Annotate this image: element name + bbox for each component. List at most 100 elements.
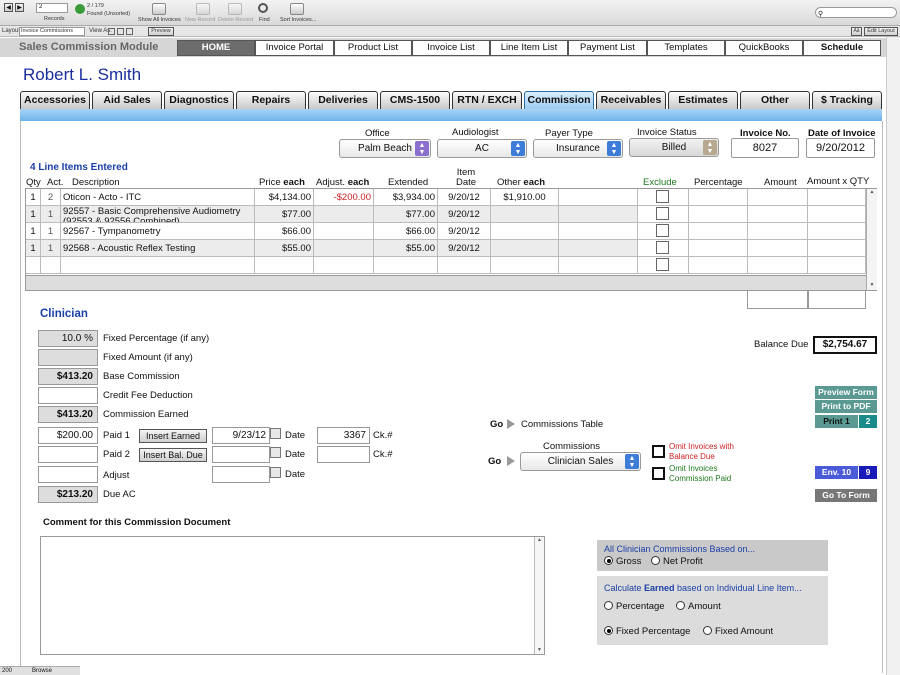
line-item-empty-cell[interactable] — [808, 206, 866, 223]
line-item-description-cell[interactable] — [61, 257, 255, 274]
adjust-date-field[interactable] — [212, 466, 270, 483]
line-item-adjust-cell[interactable] — [314, 257, 374, 274]
scroll-down-icon[interactable]: ▼ — [867, 282, 877, 288]
line-item-empty-cell[interactable] — [748, 257, 808, 274]
total-amount-qty-field[interactable] — [808, 291, 866, 309]
nav-invoice-portal[interactable]: Invoice Portal — [255, 40, 334, 56]
nav-schedule[interactable]: Schedule — [803, 40, 881, 56]
tab-tracking[interactable]: $ Tracking — [812, 91, 882, 110]
exclude-checkbox[interactable] — [656, 190, 669, 203]
line-item-price-cell[interactable]: $4,134.00 — [255, 189, 314, 206]
tab-commission[interactable]: Commission — [524, 91, 594, 110]
net-profit-radio[interactable]: Net Profit — [651, 556, 703, 567]
nav-payment-list[interactable]: Payment List — [568, 40, 647, 56]
layout-select[interactable]: Invoice Commissions — [19, 27, 85, 36]
line-item-act-cell[interactable]: 1 — [41, 240, 61, 257]
commission-earned-field[interactable]: $413.20 — [38, 406, 98, 423]
sort-icon[interactable] — [290, 3, 304, 15]
text-format-button[interactable]: Aā — [851, 27, 862, 36]
tab-rtn-exch[interactable]: RTN / EXCH — [452, 91, 522, 110]
zoom-level[interactable]: 200 — [2, 668, 12, 674]
line-item-price-cell[interactable] — [255, 257, 314, 274]
calendar-icon[interactable] — [270, 447, 281, 458]
line-item-price-cell[interactable]: $77.00 — [255, 206, 314, 223]
line-item-other-cell[interactable] — [491, 206, 559, 223]
calendar-icon[interactable] — [270, 428, 281, 439]
nav-templates[interactable]: Templates — [647, 40, 725, 56]
record-number-field[interactable]: 2 — [36, 3, 68, 13]
line-item-description-cell[interactable]: 92567 - Tympanometry — [61, 223, 255, 240]
line-item-act-cell[interactable]: 2 — [41, 189, 61, 206]
calendar-icon[interactable] — [270, 467, 281, 478]
gross-radio[interactable]: Gross — [604, 556, 641, 567]
tab-deliveries[interactable]: Deliveries — [308, 91, 378, 110]
tab-diagnostics[interactable]: Diagnostics — [164, 91, 234, 110]
balance-due-field[interactable]: $2,754.67 — [813, 336, 877, 354]
line-item-description-cell[interactable]: 92568 - Acoustic Reflex Testing — [61, 240, 255, 257]
go-to-form-button[interactable]: Go To Form — [815, 489, 877, 502]
next-record-button[interactable]: ▶ — [15, 3, 24, 12]
sort-button[interactable]: Sort Invoices... — [280, 17, 316, 23]
quick-find-input[interactable]: ⚲ — [815, 7, 897, 18]
line-item-price-cell[interactable]: $55.00 — [255, 240, 314, 257]
window-scrollbar[interactable] — [886, 37, 900, 675]
insert-earned-button[interactable]: Insert Earned — [139, 429, 207, 443]
omit-balance-checkbox[interactable] — [652, 445, 665, 458]
line-item-extended-cell[interactable]: $77.00 — [374, 206, 438, 223]
total-amount-field[interactable] — [747, 291, 808, 309]
list-view-icon[interactable] — [117, 28, 124, 35]
audiologist-select[interactable]: AC ▲ ▼ — [437, 139, 527, 158]
line-item-empty-cell[interactable] — [559, 223, 638, 240]
tab-aid-sales[interactable]: Aid Sales — [92, 91, 162, 110]
invoice-no-field[interactable]: 8027 — [731, 138, 799, 158]
line-item-extended-cell[interactable]: $55.00 — [374, 240, 438, 257]
scroll-up-icon[interactable]: ▲ — [535, 537, 544, 543]
line-item-empty-cell[interactable] — [808, 223, 866, 240]
scroll-up-icon[interactable]: ▲ — [867, 189, 877, 195]
go-arrow-icon[interactable] — [507, 419, 515, 430]
exclude-checkbox[interactable] — [656, 207, 669, 220]
office-select[interactable]: Palm Beach ▲ ▼ — [339, 139, 431, 158]
tab-accessories[interactable]: Accessories — [20, 91, 90, 110]
paid2-field[interactable] — [38, 446, 98, 463]
line-item-empty-cell[interactable] — [748, 189, 808, 206]
line-item-empty-cell[interactable] — [689, 206, 748, 223]
scroll-down-icon[interactable]: ▼ — [535, 647, 544, 653]
preview-button[interactable]: Preview — [148, 27, 174, 36]
line-item-act-cell[interactable]: 1 — [41, 206, 61, 223]
line-item-qty-cell[interactable] — [26, 257, 41, 274]
line-item-empty-cell[interactable] — [808, 240, 866, 257]
insert-balance-button[interactable]: Insert Bal. Due — [139, 448, 207, 462]
percentage-radio[interactable]: Percentage — [604, 601, 665, 612]
tab-estimates[interactable]: Estimates — [668, 91, 738, 110]
print1-button[interactable]: Print 1 — [815, 415, 858, 428]
paid1-field[interactable]: $200.00 — [38, 427, 98, 444]
line-item-act-cell[interactable] — [41, 257, 61, 274]
line-item-description-cell[interactable]: 92557 - Basic Comprehensive Audiometry (… — [61, 206, 255, 223]
line-item-empty-cell[interactable] — [808, 189, 866, 206]
edit-layout-button[interactable]: Edit Layout — [864, 27, 898, 36]
line-item-extended-cell[interactable]: $66.00 — [374, 223, 438, 240]
line-item-adjust-cell[interactable] — [314, 206, 374, 223]
show-all-button[interactable]: Show All Invoices — [138, 17, 181, 23]
print-pdf-button[interactable]: Print to PDF — [815, 400, 877, 413]
line-item-adjust-cell[interactable]: -$200.00 — [314, 189, 374, 206]
find-button[interactable]: Find — [259, 17, 270, 23]
line-item-empty-cell[interactable] — [689, 189, 748, 206]
line-item-other-cell[interactable]: $1,910.00 — [491, 189, 559, 206]
line-item-qty-cell[interactable]: 1 — [26, 223, 41, 240]
line-item-other-cell[interactable] — [491, 223, 559, 240]
paid2-check-field[interactable] — [317, 446, 370, 463]
commissions-select[interactable]: Clinician Sales ▲ ▼ — [520, 452, 641, 471]
go-arrow-icon[interactable] — [507, 456, 515, 467]
nav-quickbooks[interactable]: QuickBooks — [725, 40, 803, 56]
prev-record-button[interactable]: ◀ — [4, 3, 13, 12]
credit-fee-field[interactable] — [38, 387, 98, 404]
commissions-table-link[interactable]: Commissions Table — [521, 419, 603, 430]
line-item-empty-cell[interactable] — [689, 257, 748, 274]
exclude-checkbox[interactable] — [656, 224, 669, 237]
preview-form-button[interactable]: Preview Form — [815, 386, 877, 399]
exclude-checkbox[interactable] — [656, 241, 669, 254]
line-item-date-cell[interactable]: 9/20/12 — [438, 206, 491, 223]
line-item-extended-cell[interactable]: $3,934.00 — [374, 189, 438, 206]
